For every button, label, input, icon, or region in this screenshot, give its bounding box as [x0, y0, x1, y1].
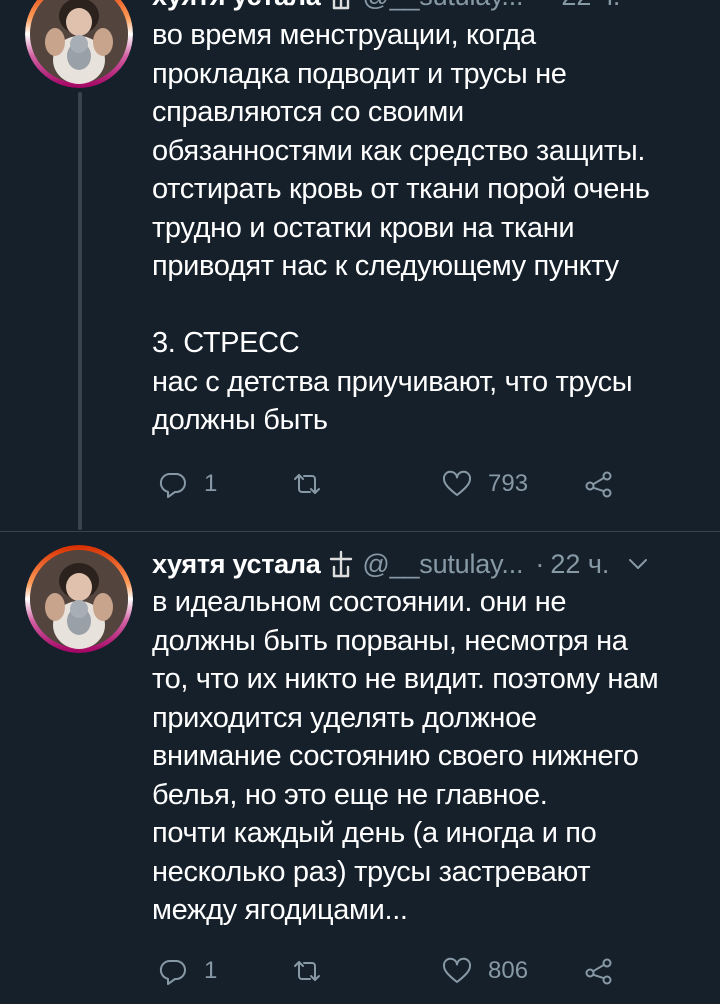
tweet-text: в идеальном состоянии. они не должны быт… [152, 583, 708, 930]
tweet-1[interactable]: хуятя устала @__sutulay... 22 ч. во врем… [0, 0, 720, 530]
reply-count: 1 [204, 470, 218, 497]
like-button[interactable]: 793 [442, 464, 528, 504]
share-icon [585, 471, 612, 498]
tweet-2[interactable]: хуятя устала @__sutulay... · 22 ч. в иде… [0, 532, 720, 1004]
tweet-text-line: во время менструации, когда [152, 19, 536, 51]
tweet-text-line: между ягодицами... [152, 894, 408, 926]
tweet-actions: 1 793 [152, 464, 652, 504]
share-button[interactable] [584, 464, 614, 504]
tweet-text-line: приходится уделять должное [152, 701, 537, 734]
tweet-text-line: справляются со своими [152, 96, 464, 128]
tweet-text-line: должны быть порваны, несмотря на [152, 624, 628, 657]
retweet-icon [294, 474, 320, 494]
tweet-text-line: внимание состоянию своего нижнего [152, 740, 639, 772]
reply-count: 1 [204, 957, 218, 984]
tweet-text-line: трудно и остатки крови на ткани [152, 211, 575, 244]
retweet-icon [294, 961, 320, 981]
tweet-text-line: обязанностями как средство защиты. [152, 134, 646, 167]
retweet-button[interactable] [292, 464, 338, 504]
user-handle[interactable]: @__sutulay... [362, 549, 523, 580]
tweet-text-line: прокладка подводит и трусы не [152, 57, 567, 90]
tweet-text-line: почти каждый день (а иногда и по [152, 817, 597, 849]
share-icon [585, 958, 612, 985]
display-name[interactable]: хуятя устала [152, 0, 321, 12]
tweet-text: во время менструации, когда прокладка по… [152, 16, 708, 440]
reply-button[interactable]: 1 [158, 951, 217, 991]
reply-icon [159, 959, 186, 985]
like-count: 793 [488, 470, 529, 497]
tweet-header: хуятя устала @__sutulay... · 22 ч. [152, 544, 706, 584]
chevron-down-icon[interactable] [627, 553, 649, 575]
tweet-text-line: 3. СТРЕСС [152, 327, 300, 359]
crossed-swords-emoji-icon [330, 550, 353, 578]
avatar[interactable] [25, 545, 133, 653]
avatar-image [25, 0, 133, 88]
paragraph-break [152, 286, 708, 325]
tweet-text-line: несколько раз) трусы застревают [152, 855, 591, 888]
tweet-time[interactable]: 22 ч. [550, 549, 609, 580]
tweet-text-line: нас с детства приучивают, что трусы [152, 365, 633, 398]
tweet-header: хуятя устала @__sutulay... 22 ч. [152, 0, 706, 16]
reply-icon [159, 472, 186, 498]
retweet-button[interactable] [292, 951, 338, 991]
avatar-image [25, 545, 133, 653]
share-button[interactable] [584, 951, 614, 991]
reply-button[interactable]: 1 [158, 464, 217, 504]
like-button[interactable]: 806 [442, 951, 528, 991]
thread-line [78, 92, 82, 530]
separator-dot: · [535, 548, 545, 579]
tweet-text-line: белья, но это еще не главное. [152, 778, 548, 811]
heart-icon [442, 470, 472, 496]
user-handle[interactable]: @__sutulay... [362, 0, 523, 12]
like-count: 806 [488, 957, 529, 984]
tweet-text-line: должны быть [152, 404, 328, 436]
crossed-swords-emoji-icon [333, 0, 350, 10]
tweet-text-line: то, что их никто не видит. поэтому нам [152, 663, 659, 695]
tweet-text-line: отстирать кровь от ткани порой очень [152, 173, 650, 205]
tweet-actions: 1 806 [152, 951, 652, 991]
tweet-text-line: приводят нас к следующему пункту [152, 250, 619, 282]
display-name[interactable]: хуятя устала [152, 549, 321, 580]
heart-icon [442, 957, 472, 983]
tweet-time[interactable]: 22 ч. [561, 0, 620, 12]
tweet-text-line: в идеальном состоянии. они не [152, 586, 567, 618]
avatar[interactable] [25, 0, 133, 88]
